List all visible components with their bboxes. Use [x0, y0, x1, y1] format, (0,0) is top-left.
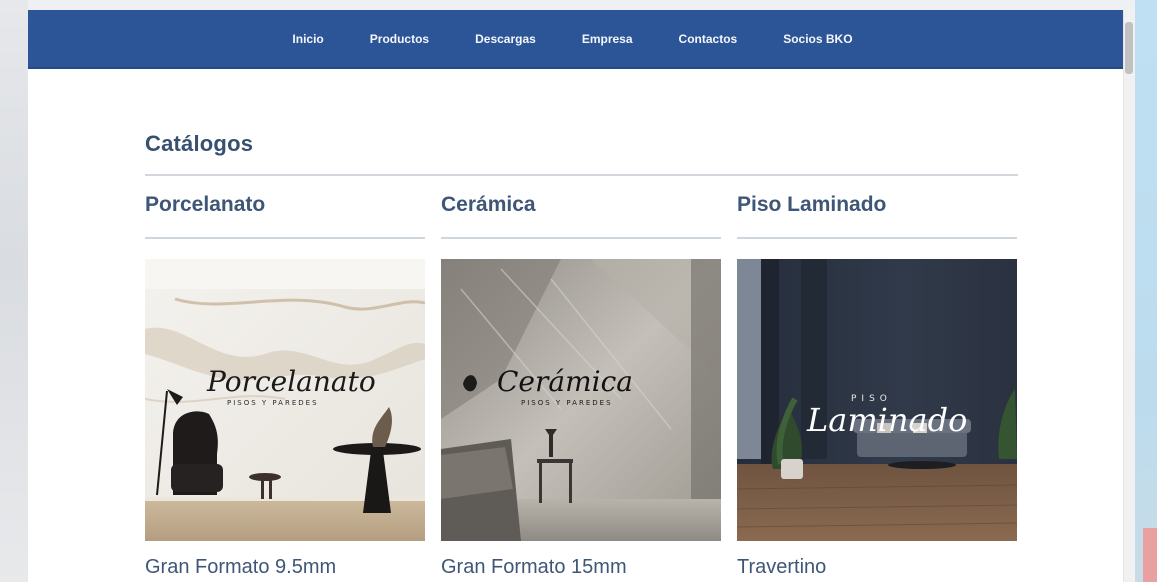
piso-laminado-room-image: PISO Laminado [737, 259, 1017, 541]
column-heading: Piso Laminado [737, 193, 887, 216]
image-tagline-text: PISOS Y PAREDES [521, 399, 613, 407]
column-divider [441, 237, 721, 239]
catalog-link-gran-formato-15[interactable]: Gran Formato 15mm [441, 556, 627, 579]
nav-link-contactos[interactable]: Contactos [656, 32, 761, 46]
nav-link-descargas[interactable]: Descargas [452, 32, 559, 46]
page-scrollbar[interactable] [1123, 10, 1135, 582]
catalog-image-porcelanato[interactable]: Porcelanato PISOS Y PAREDES [145, 259, 425, 541]
nav-link-socios-bko[interactable]: Socios BKO [760, 32, 875, 46]
ceramica-room-image: Cerámica PISOS Y PAREDES [441, 259, 721, 541]
background-accent [1143, 528, 1157, 582]
scrollbar-thumb[interactable] [1125, 22, 1133, 74]
catalog-link-travertino[interactable]: Travertino [737, 556, 826, 579]
nav-links: Inicio Productos Descargas Empresa Conta… [269, 32, 875, 46]
image-script-text: Porcelanato [206, 365, 376, 398]
title-divider [145, 174, 1018, 176]
background-left [0, 0, 28, 582]
background-right [1135, 0, 1157, 582]
image-script-text: Laminado [806, 401, 967, 439]
porcelanato-room-image: Porcelanato PISOS Y PAREDES [145, 259, 425, 541]
column-divider [737, 237, 1017, 239]
catalog-link-gran-formato-9-5[interactable]: Gran Formato 9.5mm [145, 556, 336, 579]
main-navbar: Inicio Productos Descargas Empresa Conta… [28, 10, 1135, 69]
browser-page: Inicio Productos Descargas Empresa Conta… [28, 10, 1135, 582]
nav-link-inicio[interactable]: Inicio [269, 32, 346, 46]
column-heading: Porcelanato [145, 193, 266, 216]
column-heading: Cerámica [441, 193, 536, 216]
background-top [0, 0, 1157, 10]
catalog-image-piso-laminado[interactable]: PISO Laminado [737, 259, 1017, 541]
nav-link-productos[interactable]: Productos [347, 32, 452, 46]
catalog-image-ceramica[interactable]: Cerámica PISOS Y PAREDES [441, 259, 721, 541]
page-title: Catálogos [145, 131, 254, 156]
image-tagline-text: PISOS Y PAREDES [227, 399, 319, 407]
image-script-text: Cerámica [497, 365, 633, 398]
nav-link-empresa[interactable]: Empresa [559, 32, 656, 46]
column-divider [145, 237, 425, 239]
